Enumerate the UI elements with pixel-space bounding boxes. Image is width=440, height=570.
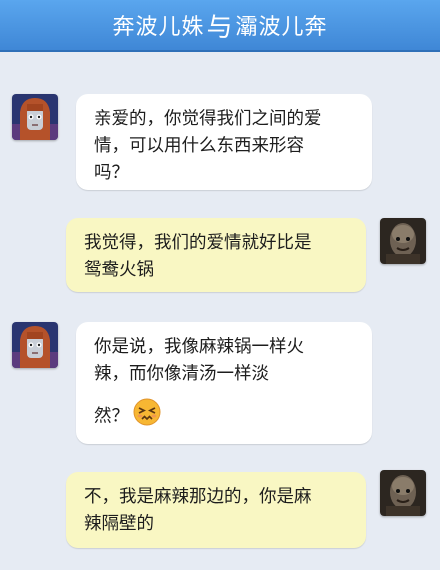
message-3-line-3-wrap: 然？ xyxy=(94,398,354,435)
message-bubble-4: 不，我是麻辣那边的，你是麻 辣隔壁的 xyxy=(66,472,366,548)
girl-avatar-2[interactable] xyxy=(12,322,58,368)
message-4-line-2: 辣隔壁的 xyxy=(84,514,154,534)
message-2-line-2: 鸳鸯火锅 xyxy=(84,260,154,280)
message-1-line-2: 情，可以用什么东西来形容 xyxy=(94,136,304,156)
message-1-line-1: 亲爱的，你觉得我们之间的爱 xyxy=(94,109,322,129)
message-3-line-3: 然？ xyxy=(94,406,129,427)
message-4-line-1: 不，我是麻辣那边的，你是麻 xyxy=(84,487,312,507)
title-left: 奔波儿姝 xyxy=(112,15,205,40)
title-bar: 奔波儿姝 与 灞波儿奔 xyxy=(0,0,440,52)
confounded-face-icon xyxy=(133,398,161,435)
message-1-line-3: 吗？ xyxy=(94,163,129,183)
title-right: 灞波儿奔 xyxy=(235,15,328,40)
message-3-line-2: 辣，而你像清汤一样淡 xyxy=(94,364,269,384)
message-bubble-1: 亲爱的，你觉得我们之间的爱 情，可以用什么东西来形容 吗？ xyxy=(76,94,372,190)
man-avatar-2[interactable] xyxy=(380,470,426,516)
message-3-line-1: 你是说，我像麻辣锅一样火 xyxy=(94,337,304,357)
man-avatar[interactable] xyxy=(380,218,426,264)
message-bubble-2: 我觉得，我们的爱情就好比是 鸳鸯火锅 xyxy=(66,218,366,292)
message-2-line-1: 我觉得，我们的爱情就好比是 xyxy=(84,233,312,253)
message-bubble-3: 你是说，我像麻辣锅一样火 辣，而你像清汤一样淡 然？ xyxy=(76,322,372,444)
girl-avatar[interactable] xyxy=(12,94,58,140)
title-separator: 与 xyxy=(206,12,234,43)
